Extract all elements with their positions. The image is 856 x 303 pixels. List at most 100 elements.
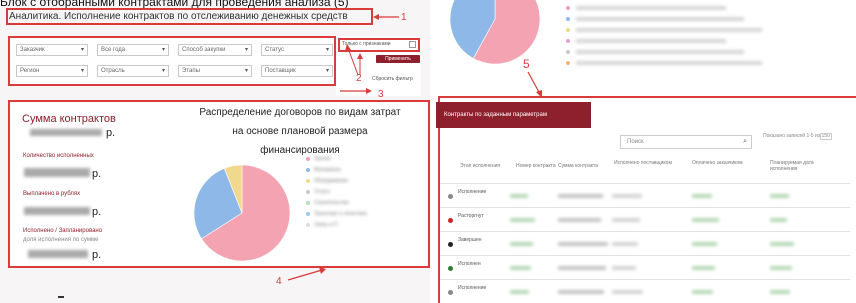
table-row[interactable]: Исполнение	[440, 279, 850, 303]
row-cell-value	[612, 242, 638, 246]
side-arrows	[345, 44, 363, 76]
summary-title: Сумма контрактов	[22, 113, 116, 125]
currency-label-2: р.	[92, 168, 102, 180]
marker-1-arrow	[373, 14, 399, 20]
marker-3: 3	[378, 89, 384, 100]
filter-industry-select[interactable]: Отрасль ▾	[97, 65, 169, 77]
top-legend-label	[576, 17, 744, 21]
page-size-select[interactable]	[820, 133, 832, 140]
apply-button[interactable]: Применить	[376, 55, 420, 63]
filter-status-select[interactable]: Статус ▾	[261, 44, 333, 56]
status-dot	[448, 290, 453, 295]
row-cell-value	[770, 218, 787, 222]
header-plan-date: Планируемая дата исполнения	[770, 160, 814, 172]
share-label: доля исполнения по сумме	[23, 237, 99, 243]
row-cell-value	[558, 290, 604, 294]
executed-count-label: Количество исполненных	[23, 153, 94, 159]
status-dot	[448, 194, 453, 199]
top-legend-label	[576, 39, 726, 43]
legend-swatch	[306, 179, 310, 183]
row-cell-value	[692, 242, 717, 246]
legend-label: Материалы	[314, 167, 341, 173]
top-right-legend	[566, 4, 766, 74]
row-stage: Исполнение	[458, 189, 487, 195]
bottom-text-stub	[58, 296, 64, 298]
row-cell-value	[510, 218, 535, 222]
legend-swatch	[306, 201, 310, 205]
currency-label-3: р.	[92, 206, 102, 218]
legend-swatch	[306, 190, 310, 194]
marker-1: 1	[401, 12, 407, 23]
filter-method-select[interactable]: Способ закупки ▾	[178, 44, 252, 56]
marker-4-arrow	[287, 267, 326, 281]
status-dot	[448, 266, 453, 271]
ratio-value	[28, 250, 88, 258]
row-cell-value	[510, 242, 533, 246]
top-legend-swatch	[566, 39, 570, 43]
top-legend-label	[576, 6, 726, 10]
search-icon: ⌕	[743, 138, 747, 145]
chart-title-line-1: Распределение договоров по видам затрат	[199, 107, 401, 118]
row-cell-value	[692, 290, 713, 294]
row-stage: Завершен	[458, 237, 482, 243]
table-row[interactable]: Завершен	[440, 231, 850, 255]
header-paid: Оплачено заказчиком	[692, 160, 743, 166]
legend-label: Оборудование	[314, 178, 349, 184]
top-legend-label	[576, 61, 762, 65]
contracts-table-tab[interactable]: Контракты по заданным параметрам	[436, 102, 591, 128]
legend-swatch	[306, 223, 310, 227]
header-sum: Сумма контракта	[558, 163, 598, 169]
row-stage: Исполнен	[458, 261, 481, 267]
filter-stage-select[interactable]: Этапы ▾	[178, 65, 252, 77]
row-stage: Расторгнут	[458, 213, 484, 219]
marker-2: 2	[356, 73, 362, 84]
header-number: Номер контракта	[516, 163, 556, 169]
row-stage: Исполнение	[458, 285, 487, 291]
status-dot	[448, 218, 453, 223]
row-cell-value	[510, 266, 531, 270]
paid-value	[24, 207, 90, 215]
top-legend-swatch	[566, 6, 570, 10]
ratio-label: Исполнено / Запланировано	[23, 228, 103, 234]
marker-4: 4	[276, 276, 282, 287]
cost-type-pie-chart	[194, 165, 290, 261]
top-legend-swatch	[566, 17, 570, 21]
legend-swatch	[306, 157, 310, 161]
row-cell-value	[770, 194, 789, 198]
marker-5: 5	[523, 57, 530, 71]
table-row[interactable]: Расторгнут	[440, 207, 850, 231]
page-title: Аналитика. Исполнение контрактов по отсл…	[9, 11, 348, 22]
table-row[interactable]: Исполнение	[440, 183, 850, 207]
top-legend-swatch	[566, 50, 570, 54]
marker-3-arrow	[340, 88, 372, 94]
row-cell-value	[510, 290, 529, 294]
row-cell-value	[612, 290, 643, 294]
legend-label: Строительство	[314, 200, 349, 206]
only-with-signs-checkbox[interactable]	[409, 41, 416, 48]
summary-total-value	[30, 129, 102, 136]
legend-label: Услуги	[314, 189, 330, 195]
currency-label-4: р.	[92, 249, 102, 261]
row-cell-value	[558, 242, 608, 246]
top-legend-swatch	[566, 61, 570, 65]
row-cell-value	[612, 218, 640, 222]
reset-filter-link[interactable]: Сбросить фильтр	[372, 76, 413, 82]
filter-year-select[interactable]: Все года ▾	[97, 44, 169, 56]
filter-customer-select[interactable]: Заказчик ▾	[16, 44, 88, 56]
chart-legend: Прочее Материалы Оборудование Услуги Строите…	[306, 155, 416, 235]
filter-supplier-select[interactable]: Поставщик ▾	[261, 65, 333, 77]
executed-count-value	[24, 168, 90, 177]
row-cell-value	[692, 194, 712, 198]
top-legend-label	[576, 28, 762, 32]
contracts-search-input[interactable]: Поиск ⌕	[620, 135, 752, 149]
table-row[interactable]: Исполнен	[440, 255, 850, 279]
filter-block: Заказчик ▾ Все года ▾ Способ закупки ▾ Стат…	[8, 36, 336, 86]
header-stage: Этап исполнения	[460, 163, 501, 169]
paid-label: Выплачено в рублях	[23, 191, 81, 197]
row-cell-value	[558, 218, 601, 222]
top-right-pie-chart	[450, 0, 540, 64]
legend-label: Транспорт и логистика	[314, 211, 367, 217]
filter-region-select[interactable]: Регион ▾	[16, 65, 88, 77]
row-cell-value	[558, 194, 603, 198]
legend-label: Прочее	[314, 156, 332, 162]
